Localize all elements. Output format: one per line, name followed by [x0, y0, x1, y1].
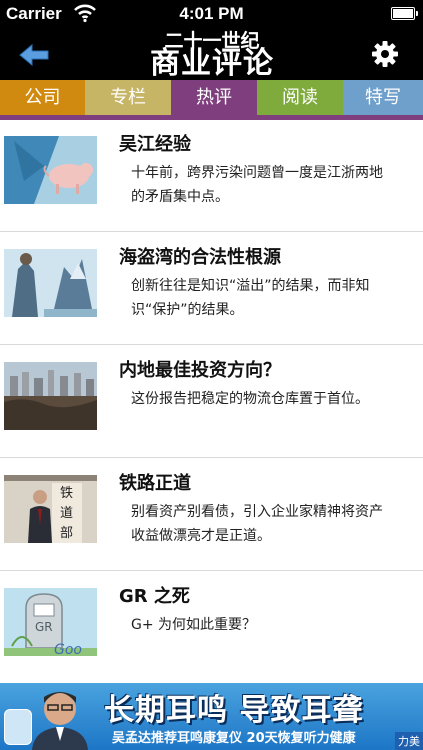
battery-icon	[391, 7, 418, 20]
construction-site-thumbnail	[4, 362, 97, 430]
ad-subtitle: 吴孟达推荐耳鸣康复仪 20天恢复听力健康	[112, 731, 356, 746]
list-item[interactable]: 内地最佳投资方向？ 这份报告把稳定的物流仓库置于首位。	[0, 346, 423, 458]
list-item[interactable]: 吴江经验 十年前，跨界污染问题曾一度是江浙两地的矛盾集中点。	[0, 120, 423, 232]
gravestone-text: GR	[35, 620, 53, 634]
app-logo: 二十一世纪 商业评论	[132, 28, 292, 80]
tab-company[interactable]: 公司	[0, 80, 85, 115]
article-title: GR 之死	[119, 586, 190, 607]
clock: 4:01 PM	[179, 4, 244, 23]
spokesperson-photo	[32, 692, 88, 750]
article-summary: 十年前，跨界污染问题曾一度是江浙两地的矛盾集中点。	[131, 165, 383, 205]
article-summary: 创新往往是知识“溢出”的结果，而非知识“保护”的结果。	[131, 278, 370, 318]
sign-char-2: 道	[60, 506, 73, 521]
tab-hot-commentary[interactable]: 热评	[171, 80, 257, 115]
list-item[interactable]: 海盗湾的合法性根源 创新往往是知识“溢出”的结果，而非知识“保护”的结果。	[0, 233, 423, 345]
sign-char-1: 铁	[60, 486, 73, 501]
nav-bar: 二十一世纪 商业评论	[0, 28, 423, 80]
article-list: 吴江经验 十年前，跨界污染问题曾一度是江浙两地的矛盾集中点。 海盗湾的合法性根源…	[0, 120, 423, 683]
article-title: 海盗湾的合法性根源	[119, 247, 281, 268]
gear-icon[interactable]	[371, 40, 399, 68]
list-item[interactable]: GR Goo GR 之死 G+ 为何如此重要？	[0, 572, 423, 683]
article-summary: 别看资产别看债，引入企业家精神将资产收益做漂亮才是正道。	[131, 504, 383, 544]
logo-bottom-text: 商业评论	[150, 46, 274, 81]
sign-char-3: 部	[60, 526, 73, 541]
tab-column[interactable]: 专栏	[85, 80, 171, 115]
article-title: 吴江经验	[119, 134, 191, 155]
railway-ministry-thumbnail: 铁 道 部	[4, 475, 97, 543]
google-logo-fragment: Goo	[54, 642, 82, 656]
article-summary: 这份报告把稳定的物流仓库置于首位。	[131, 391, 369, 407]
gravestone-thumbnail: GR Goo	[4, 588, 97, 656]
status-bar: Carrier 4:01 PM	[0, 0, 423, 28]
tab-feature[interactable]: 特写	[343, 80, 423, 115]
article-summary: G+ 为何如此重要？	[131, 617, 257, 633]
ad-headline: 长期耳鸣 导致耳聋	[104, 693, 364, 728]
ad-banner[interactable]: 长期耳鸣 导致耳聋 吴孟达推荐耳鸣康复仪 20天恢复听力健康 力美	[0, 683, 423, 750]
pirate-thumbnail	[4, 249, 97, 317]
article-title: 铁路正道	[119, 473, 191, 494]
tab-reading[interactable]: 阅读	[257, 80, 343, 115]
category-tabs: 公司 专栏 热评 阅读 特写	[0, 80, 423, 115]
pig-thumbnail	[4, 136, 97, 204]
list-item[interactable]: 铁 道 部 铁路正道 别看资产别看债，引入企业家精神将资产收益做漂亮才是正道。	[0, 459, 423, 571]
ad-network-tag: 力美	[395, 732, 423, 750]
article-title: 内地最佳投资方向？	[119, 360, 281, 381]
back-arrow-icon[interactable]	[18, 42, 52, 68]
